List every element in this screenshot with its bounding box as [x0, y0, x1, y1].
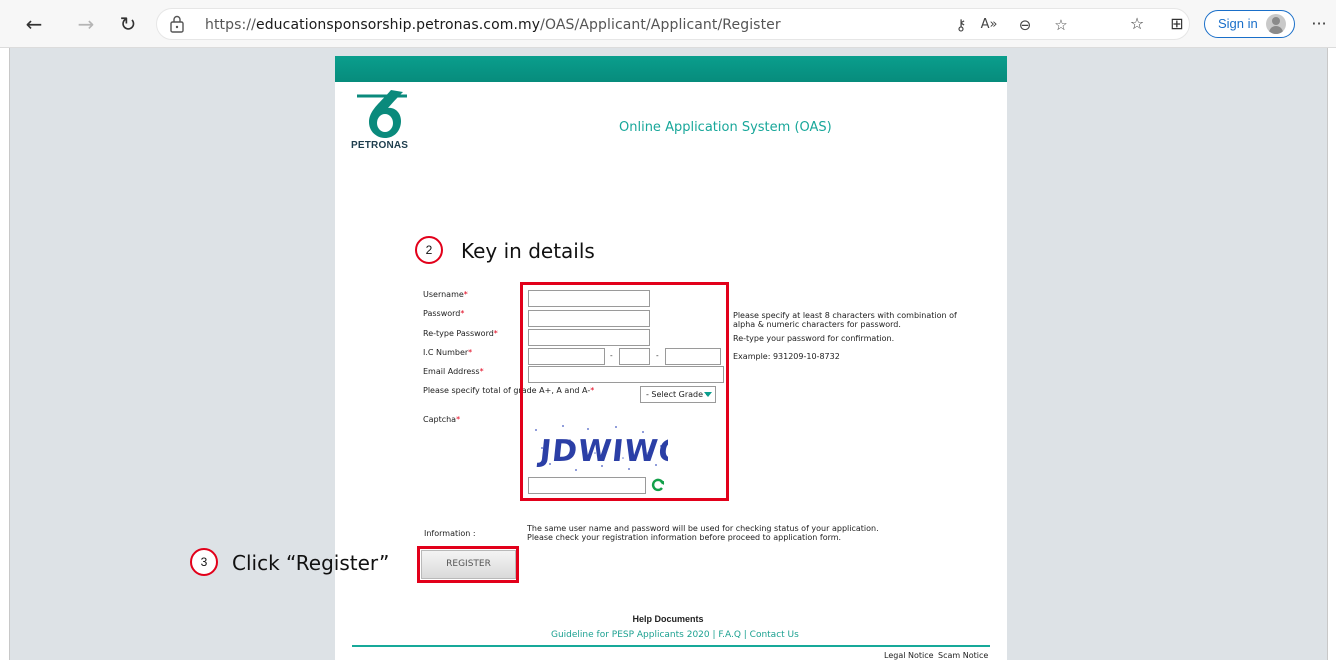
reload-icon[interactable]: ↻	[116, 12, 140, 36]
petronas-logo-icon	[357, 90, 407, 138]
help-links[interactable]: Guideline for PESP Applicants 2020 | F.A…	[551, 630, 799, 640]
ic-number-label: I.C Number*	[423, 348, 473, 357]
password-hint: Please specify at least 8 characters wit…	[733, 311, 957, 329]
retype-password-label: Re-type Password*	[423, 329, 498, 338]
sign-in-button[interactable]: Sign in	[1204, 10, 1295, 38]
read-aloud-icon[interactable]: A»	[979, 15, 999, 35]
footer-divider	[352, 645, 990, 647]
page-top-banner	[335, 56, 1007, 82]
retype-hint: Re-type your password for confirmation.	[733, 334, 895, 343]
details-highlight-box	[520, 282, 729, 501]
step-2-marker: 2	[415, 236, 443, 264]
ic-example: Example: 931209-10-8732	[733, 352, 840, 361]
username-label: Username*	[423, 290, 468, 299]
help-documents-title: Help Documents	[632, 614, 704, 624]
add-favorite-icon[interactable]: ☆	[1051, 15, 1071, 35]
system-title: Online Application System (OAS)	[619, 120, 832, 135]
brand-name: PETRONAS	[351, 140, 409, 151]
register-highlight-box	[417, 546, 519, 583]
step-3-marker: 3	[190, 548, 218, 576]
email-label: Email Address*	[423, 367, 484, 376]
browser-toolbar: ← → ↻ https://educationsponsorship.petro…	[0, 0, 1336, 48]
collections-icon[interactable]: ⊞	[1166, 13, 1188, 35]
address-bar[interactable]: https://educationsponsorship.petronas.co…	[156, 8, 1190, 40]
captcha-label: Captcha*	[423, 415, 461, 424]
forward-arrow-icon[interactable]: →	[74, 12, 98, 36]
sign-in-label: Sign in	[1218, 16, 1258, 31]
more-menu-icon[interactable]: ···	[1308, 13, 1330, 35]
key-icon[interactable]: ⚷	[951, 15, 971, 35]
step-3-instruction: Click “Register”	[232, 551, 390, 575]
password-label: Password*	[423, 309, 465, 318]
favorites-icon[interactable]: ☆	[1126, 13, 1148, 35]
back-arrow-icon[interactable]: ←	[22, 12, 46, 36]
legal-notice-link[interactable]: Legal Notice	[884, 651, 934, 660]
scam-notice-link[interactable]: Scam Notice	[938, 651, 988, 660]
lock-icon	[170, 15, 184, 33]
zoom-out-icon[interactable]: ⊖	[1015, 15, 1035, 35]
browser-window: ← → ↻ https://educationsponsorship.petro…	[0, 0, 1336, 660]
step-2-instruction: Key in details	[461, 239, 595, 263]
profile-avatar-icon	[1266, 14, 1286, 34]
information-text: The same user name and password will be …	[527, 524, 879, 542]
information-label: Information :	[424, 529, 476, 538]
url-text[interactable]: https://educationsponsorship.petronas.co…	[205, 17, 781, 33]
